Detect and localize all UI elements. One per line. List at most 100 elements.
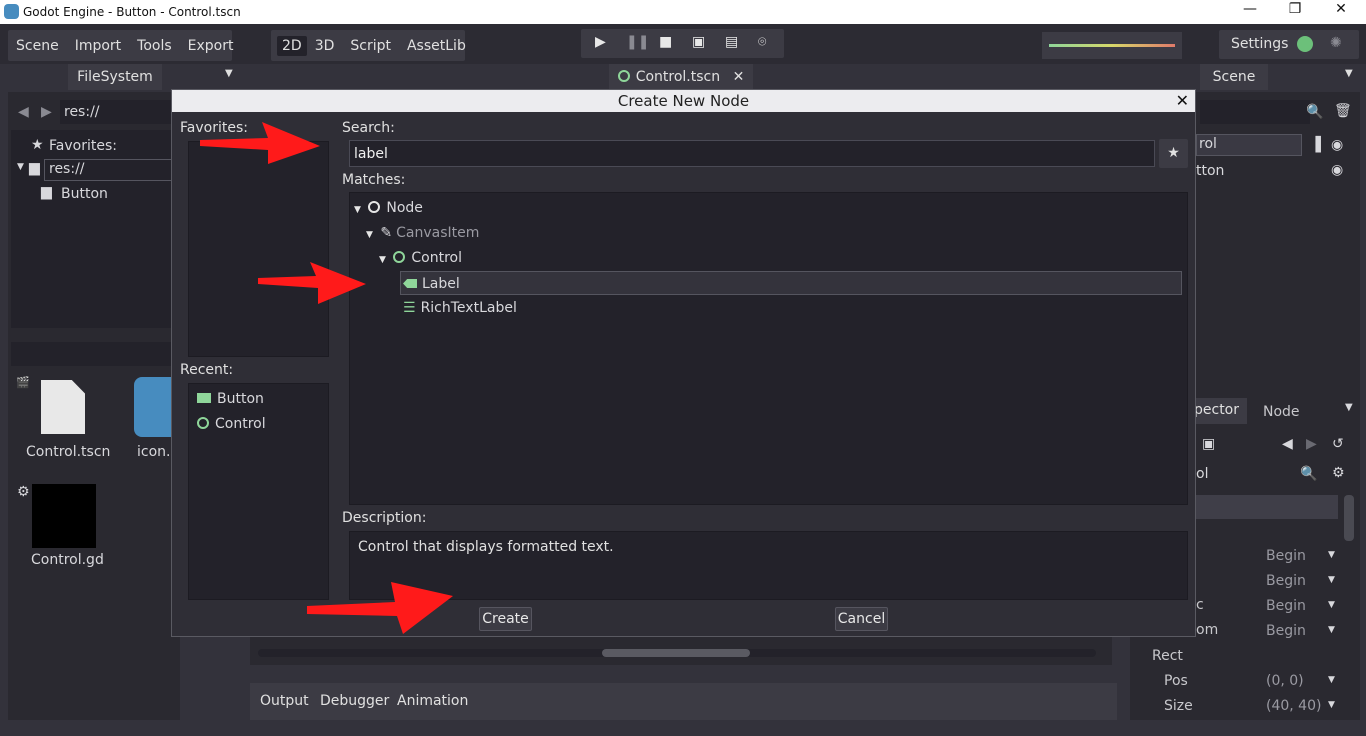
workspace-script[interactable]: Script <box>342 38 399 54</box>
tree-item-label-node[interactable]: Label <box>400 271 1182 295</box>
scene-filter-field[interactable] <box>1200 100 1310 124</box>
play-custom-icon[interactable]: ▤ <box>725 34 738 50</box>
dock-menu-icon[interactable]: ▼ <box>1345 68 1353 79</box>
script-attached-icon[interactable]: ▐ <box>1310 137 1321 153</box>
workspace-assetlib[interactable]: AssetLib <box>399 38 474 54</box>
tab-filesystem[interactable]: FileSystem <box>68 64 162 90</box>
expand-icon[interactable]: ▼ <box>366 230 373 240</box>
tab-node[interactable]: Node <box>1263 404 1300 420</box>
tab-animation[interactable]: Animation <box>397 693 468 709</box>
expand-icon[interactable]: ▼ <box>17 162 24 172</box>
star-icon: ★ <box>31 137 44 153</box>
expand-icon[interactable]: ▼ <box>354 205 361 215</box>
gear-icon[interactable]: ⚙ <box>1332 465 1345 481</box>
root-folder-item[interactable]: res:// <box>44 159 180 181</box>
anchor-right-value[interactable]: Begin <box>1266 598 1306 614</box>
back-arrow-icon[interactable]: ◀ <box>18 104 29 120</box>
scene-node-control[interactable]: rol <box>1196 134 1302 156</box>
horizontal-scrollbar[interactable] <box>258 649 1096 657</box>
forward-arrow-icon[interactable]: ▶ <box>41 104 52 120</box>
workspace-2d[interactable]: 2D <box>277 35 307 56</box>
path-field[interactable]: res:// <box>60 100 180 124</box>
anchor-left-value[interactable]: Begin <box>1266 548 1306 564</box>
file-name[interactable]: Control.tscn <box>26 444 110 460</box>
tree-item-label: RichTextLabel <box>420 300 517 316</box>
tree-item-node[interactable]: ▼ Node <box>354 196 1184 220</box>
expand-icon[interactable]: ▼ <box>379 255 386 265</box>
settings-button[interactable]: Settings <box>1231 36 1288 52</box>
create-button[interactable]: Create <box>479 607 532 631</box>
chevron-down-icon[interactable]: ▼ <box>1328 625 1335 635</box>
search-input[interactable] <box>349 140 1155 167</box>
tab-debugger[interactable]: Debugger <box>320 693 389 709</box>
search-label: Search: <box>342 120 395 136</box>
tree-item-canvasitem[interactable]: ▼ ✎ CanvasItem <box>366 221 1184 245</box>
save-icon[interactable]: ▣ <box>1202 436 1215 452</box>
node-icon <box>368 201 381 213</box>
restore-button[interactable]: ❐ <box>1272 1 1318 17</box>
favorites-item[interactable]: Favorites: <box>49 138 117 154</box>
close-icon[interactable]: ✕ <box>1176 90 1189 112</box>
button-folder-item[interactable]: Button <box>61 186 108 202</box>
chevron-down-icon[interactable]: ▼ <box>1328 550 1335 560</box>
folder-icon: ▆ <box>41 184 52 200</box>
stop-icon[interactable]: ■ <box>659 34 672 50</box>
visibility-eye-icon[interactable]: ◉ <box>1331 137 1343 153</box>
chevron-down-icon[interactable]: ▼ <box>1328 575 1335 585</box>
tab-inspector[interactable]: pector <box>1190 398 1247 424</box>
scene-node-button[interactable]: tton <box>1196 163 1224 179</box>
tab-scene[interactable]: Scene <box>1200 64 1268 90</box>
menu-scene[interactable]: Scene <box>8 38 67 54</box>
anchor-top-value[interactable]: Begin <box>1266 573 1306 589</box>
tab-output[interactable]: Output <box>260 693 309 709</box>
close-tab-icon[interactable]: ✕ <box>733 69 745 85</box>
main-menu: Scene Import Tools Export <box>8 30 233 61</box>
menu-tools[interactable]: Tools <box>129 38 180 54</box>
chevron-down-icon[interactable]: ▼ <box>1328 700 1335 710</box>
scrollbar-thumb[interactable] <box>602 649 750 657</box>
menu-export[interactable]: Export <box>180 38 242 54</box>
rect-size-value[interactable]: (40, 40) <box>1266 698 1321 714</box>
recent-item-label: Control <box>215 416 266 432</box>
window-title: Godot Engine - Button - Control.tscn <box>23 5 241 19</box>
remote-debug-icon[interactable]: ⌾ <box>758 34 766 50</box>
tree-item-control[interactable]: ▼ Control <box>379 246 1184 270</box>
script-file-icon[interactable] <box>32 484 96 548</box>
minimize-button[interactable]: — <box>1227 1 1273 17</box>
inspector-object-name: ol <box>1196 466 1209 482</box>
menu-import[interactable]: Import <box>67 38 129 54</box>
inspector-category <box>1196 495 1338 519</box>
dock-menu-icon[interactable]: ▼ <box>225 68 233 79</box>
recent-label: Recent: <box>180 362 234 378</box>
back-arrow-icon[interactable]: ◀ <box>1282 436 1293 452</box>
play-icon[interactable]: ▶ <box>595 34 606 50</box>
rect-pos-value[interactable]: (0, 0) <box>1266 673 1304 689</box>
trash-icon[interactable]: 🗑 <box>1334 103 1352 119</box>
pause-icon[interactable]: ❚❚ <box>626 34 649 50</box>
play-scene-icon[interactable]: ▣ <box>692 34 705 50</box>
recent-item-control[interactable]: Control <box>197 412 327 436</box>
history-icon[interactable]: ↺ <box>1332 436 1344 452</box>
recent-item-button[interactable]: Button <box>197 387 327 411</box>
dock-menu-icon[interactable]: ▼ <box>1345 402 1353 413</box>
tab-control-tscn[interactable]: Control.tscn ✕ <box>609 64 753 90</box>
scene-file-icon[interactable] <box>41 380 85 434</box>
create-node-dialog: Create New Node ✕ Favorites: Recent: But… <box>171 89 1196 637</box>
workspace-3d[interactable]: 3D <box>307 38 343 54</box>
visibility-eye-icon[interactable]: ◉ <box>1331 162 1343 178</box>
favorites-list[interactable] <box>188 141 329 357</box>
search-icon[interactable]: 🔍 <box>1300 466 1317 482</box>
anchor-bottom-value[interactable]: Begin <box>1266 623 1306 639</box>
chevron-down-icon[interactable]: ▼ <box>1328 600 1335 610</box>
inspector-scrollbar[interactable] <box>1344 495 1354 541</box>
file-name[interactable]: Control.gd <box>31 552 104 568</box>
cancel-button[interactable]: Cancel <box>835 607 888 631</box>
close-window-button[interactable]: ✕ <box>1318 1 1364 17</box>
rect-section-label[interactable]: Rect <box>1152 648 1183 664</box>
forward-arrow-icon[interactable]: ▶ <box>1306 436 1317 452</box>
file-filter-field[interactable] <box>11 342 180 366</box>
folder-icon: ▆ <box>29 160 40 176</box>
chevron-down-icon[interactable]: ▼ <box>1328 675 1335 685</box>
tree-item-richtextlabel[interactable]: ☰ RichTextLabel <box>401 296 1184 320</box>
favorite-star-button[interactable]: ★ <box>1159 139 1188 168</box>
